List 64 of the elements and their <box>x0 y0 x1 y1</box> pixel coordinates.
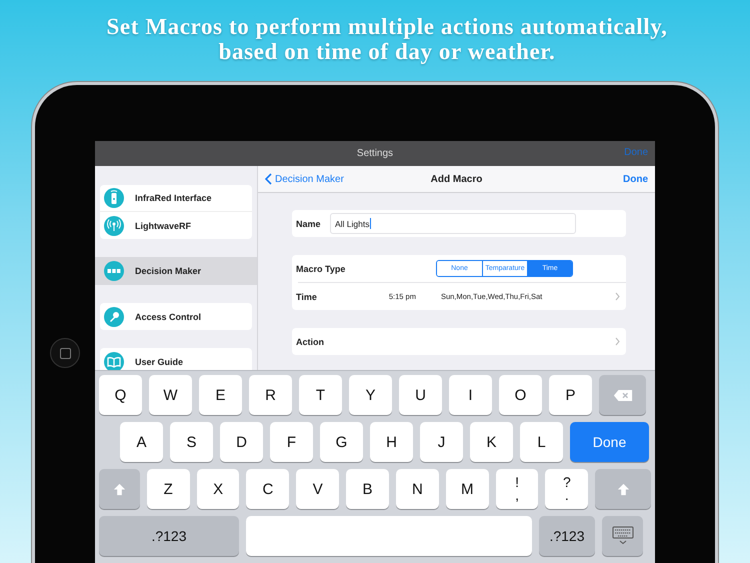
key[interactable]: ! , <box>496 469 538 509</box>
field-label: Time <box>296 292 317 302</box>
done-key[interactable]: Done <box>570 422 649 462</box>
name-field[interactable]: All Lights <box>330 213 576 234</box>
key[interactable]: W <box>149 375 192 415</box>
hide-keyboard-key[interactable] <box>602 516 643 556</box>
dots-icon <box>104 261 124 281</box>
key[interactable]: D <box>220 422 263 462</box>
numbers-key[interactable]: .?123 <box>99 516 239 556</box>
home-button[interactable] <box>50 338 80 368</box>
field-label: Name <box>296 218 322 228</box>
key[interactable]: C <box>246 469 290 509</box>
sidebar-item[interactable]: Access Control <box>100 303 252 330</box>
chevron-icon[interactable] <box>615 292 620 301</box>
space-key[interactable] <box>246 516 532 556</box>
sidebar-item[interactable]: User Guide <box>100 348 252 370</box>
key[interactable]: I <box>449 375 492 415</box>
remote-icon <box>104 188 124 208</box>
key[interactable]: R <box>249 375 292 415</box>
key[interactable]: Y <box>349 375 392 415</box>
key[interactable]: T <box>299 375 342 415</box>
key[interactable]: ? . <box>545 469 588 509</box>
shift-icon <box>112 482 126 496</box>
key[interactable]: F <box>270 422 313 462</box>
key[interactable]: X <box>196 469 240 509</box>
key[interactable]: Z <box>146 469 190 509</box>
shift-key[interactable] <box>595 469 652 509</box>
key[interactable]: G <box>320 422 363 462</box>
key[interactable]: M <box>446 469 489 509</box>
key[interactable]: U <box>399 375 442 415</box>
key[interactable]: L <box>520 422 563 462</box>
key[interactable]: P <box>549 375 592 415</box>
key[interactable]: Q <box>99 375 142 415</box>
sidebar-item[interactable]: InfraRed Interface <box>100 185 252 212</box>
key[interactable]: S <box>170 422 213 462</box>
shift-key[interactable] <box>99 469 140 509</box>
numbers-key[interactable]: .?123 <box>539 516 595 556</box>
key[interactable]: K <box>470 422 513 462</box>
key[interactable]: O <box>499 375 542 415</box>
key[interactable]: B <box>346 469 389 509</box>
book-icon <box>104 352 124 370</box>
sidebar-item[interactable]: LightwaveRF <box>100 212 252 239</box>
done-button[interactable]: Done <box>623 174 648 184</box>
backspace-key[interactable] <box>599 375 646 415</box>
top-bar-title: Settings <box>356 148 394 159</box>
key[interactable]: J <box>420 422 463 462</box>
sidebar-item[interactable]: Decision Maker <box>95 257 257 285</box>
key-icon <box>104 306 124 326</box>
chevron-icon <box>615 337 620 346</box>
key[interactable]: H <box>370 422 413 462</box>
back-button[interactable]: Decision Maker <box>265 173 431 185</box>
headline: Set Macros to perform multiple actions automatically, based on time of day or weather. <box>106 13 668 66</box>
back-chevron-icon <box>265 173 272 185</box>
key[interactable]: A <box>120 422 163 462</box>
backspace-icon <box>612 388 632 402</box>
action-row[interactable]: Action <box>292 328 626 355</box>
key[interactable]: V <box>296 469 340 509</box>
shift-icon <box>616 482 630 496</box>
signal-icon <box>104 216 124 236</box>
key[interactable]: E <box>199 375 242 415</box>
page-title: Add Macro <box>430 174 482 184</box>
key[interactable]: N <box>396 469 439 509</box>
field-label: Macro Type <box>296 264 346 274</box>
keyboard-icon <box>612 526 634 546</box>
